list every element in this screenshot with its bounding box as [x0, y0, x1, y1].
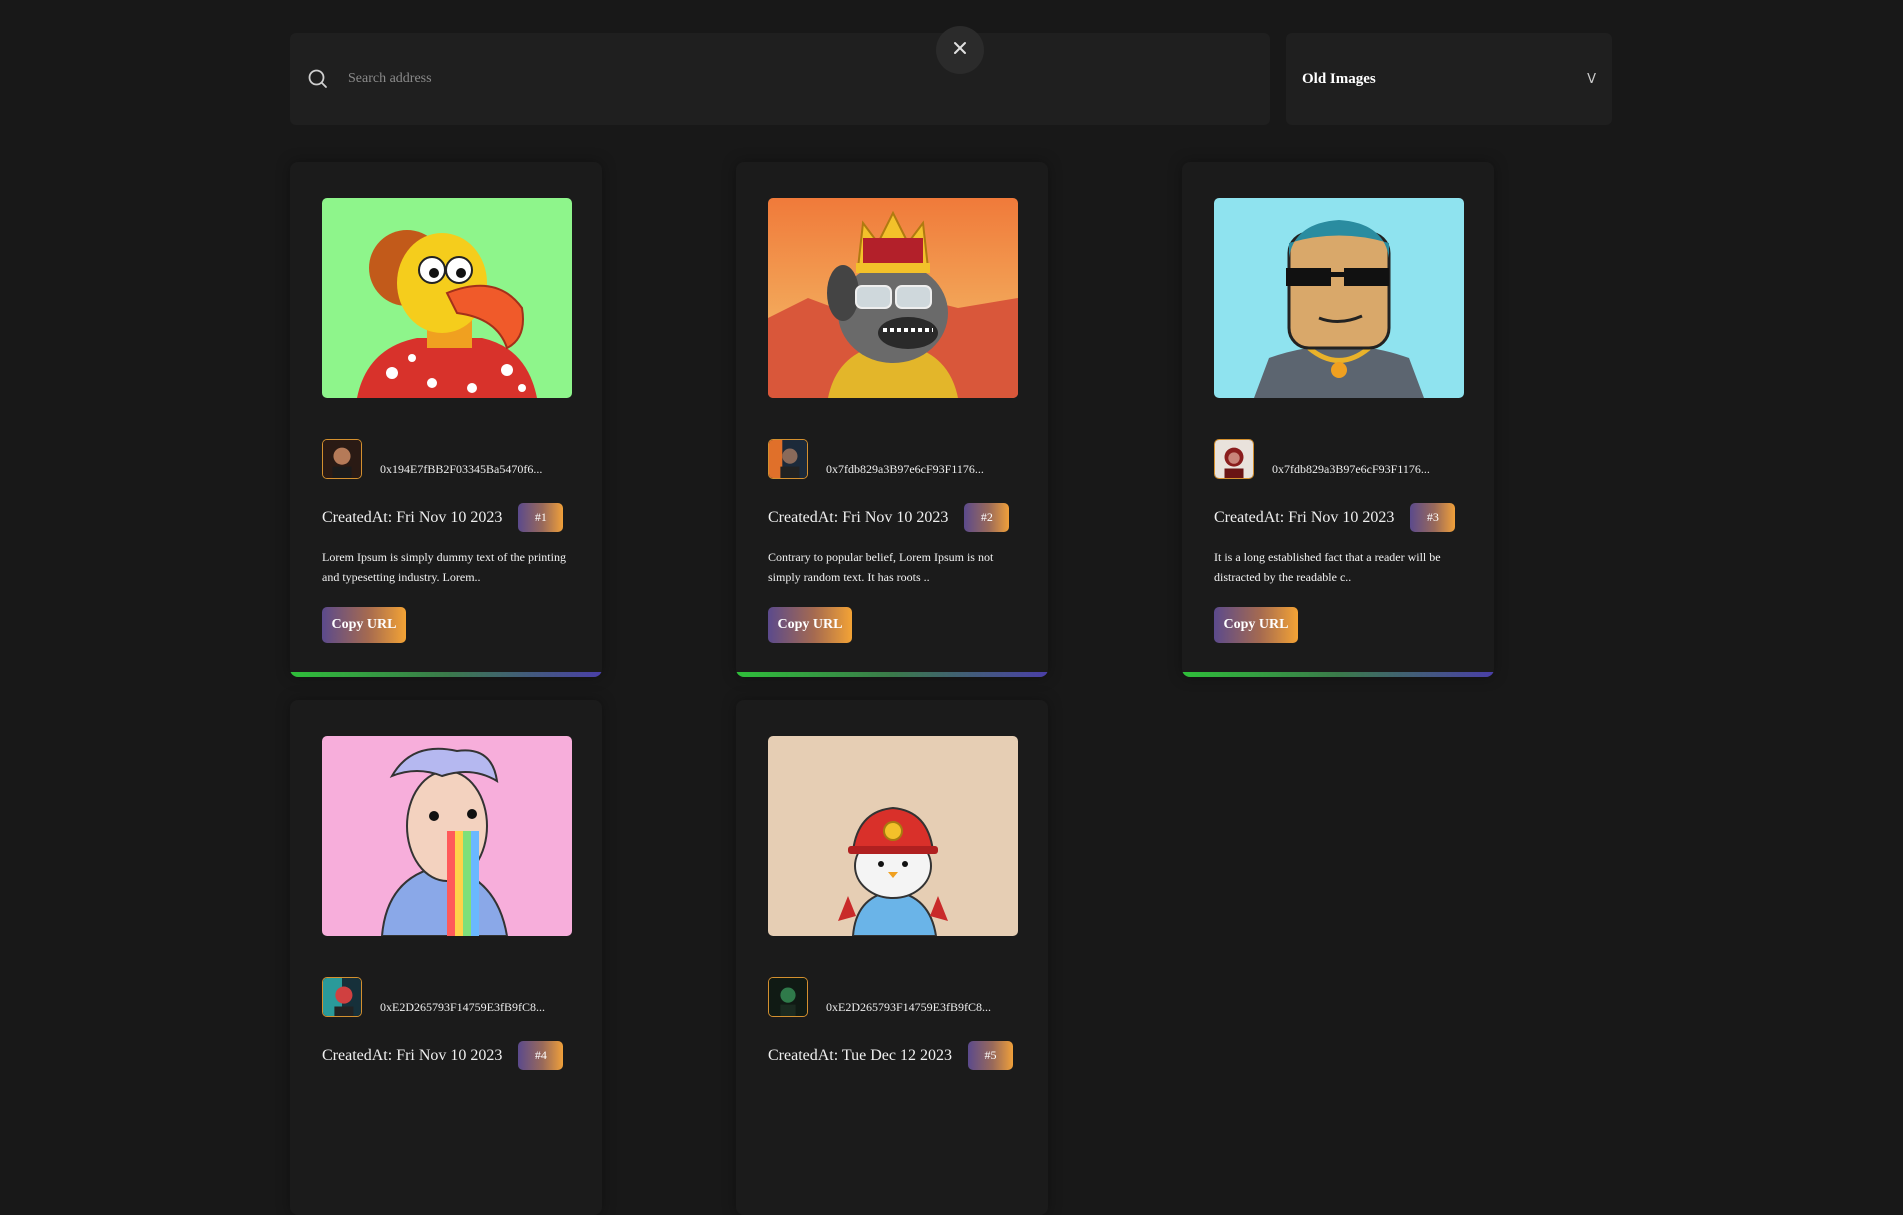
created-at: CreatedAt: Fri Nov 10 2023: [322, 1046, 503, 1064]
search-bar[interactable]: [290, 33, 1270, 125]
created-row: CreatedAt: Fri Nov 10 2023 #2: [768, 503, 1010, 532]
nft-card: 0xE2D265793F14759E3fB9fC8... CreatedAt: …: [290, 700, 602, 1215]
top-bar: Old Images V: [290, 26, 1612, 125]
nft-image[interactable]: [322, 736, 572, 936]
copy-url-button[interactable]: Copy URL: [768, 607, 852, 643]
token-id-badge: #2: [964, 503, 1010, 532]
owner-avatar: [1214, 439, 1254, 479]
owner-address: 0x194E7fBB2F03345Ba5470f6...: [380, 462, 543, 476]
nft-card: 0xE2D265793F14759E3fB9fC8... CreatedAt: …: [736, 700, 1048, 1215]
nft-card: 0x7fdb829a3B97e6cF93F1176... CreatedAt: …: [736, 162, 1048, 677]
owner-avatar: [768, 439, 808, 479]
owner-avatar: [322, 439, 362, 479]
copy-url-button[interactable]: Copy URL: [1214, 607, 1298, 643]
created-at: CreatedAt: Fri Nov 10 2023: [322, 508, 503, 526]
owner-address: 0xE2D265793F14759E3fB9fC8...: [380, 1000, 545, 1014]
owner-address: 0xE2D265793F14759E3fB9fC8...: [826, 1000, 991, 1014]
nft-image[interactable]: [768, 736, 1018, 936]
clear-search-button[interactable]: [936, 26, 984, 74]
created-row: CreatedAt: Fri Nov 10 2023 #1: [322, 503, 564, 532]
created-at: CreatedAt: Tue Dec 12 2023: [768, 1046, 952, 1064]
nft-description: Lorem Ipsum is simply dummy text of the …: [322, 550, 566, 584]
created-at: CreatedAt: Fri Nov 10 2023: [768, 508, 949, 526]
owner-avatar: [768, 977, 808, 1017]
token-id-badge: #3: [1410, 503, 1456, 532]
nft-card: 0x194E7fBB2F03345Ba5470f6... CreatedAt: …: [290, 162, 602, 677]
nft-description: It is a long established fact that a rea…: [1214, 550, 1441, 584]
created-row: CreatedAt: Tue Dec 12 2023 #5: [768, 1041, 1013, 1070]
copy-url-button[interactable]: Copy URL: [322, 607, 406, 643]
card-accent-bar: [290, 672, 602, 677]
card-accent-bar: [1182, 672, 1494, 677]
token-id-badge: #5: [967, 1041, 1013, 1070]
dropdown-selected-value: Old Images: [1302, 70, 1376, 87]
nft-card: 0x7fdb829a3B97e6cF93F1176... CreatedAt: …: [1182, 162, 1494, 677]
nft-image[interactable]: [322, 198, 572, 398]
created-row: CreatedAt: Fri Nov 10 2023 #3: [1214, 503, 1456, 532]
owner-avatar: [322, 977, 362, 1017]
created-row: CreatedAt: Fri Nov 10 2023 #4: [322, 1041, 564, 1070]
chevron-down-icon: V: [1587, 71, 1596, 87]
nft-description: Contrary to popular belief, Lorem Ipsum …: [768, 550, 994, 584]
token-id-badge: #4: [518, 1041, 564, 1070]
image-filter-dropdown[interactable]: Old Images V: [1286, 33, 1612, 125]
owner-address: 0x7fdb829a3B97e6cF93F1176...: [826, 462, 984, 476]
token-id-badge: #1: [518, 503, 564, 532]
search-icon: [306, 67, 330, 91]
nft-image[interactable]: [768, 198, 1018, 398]
owner-address: 0x7fdb829a3B97e6cF93F1176...: [1272, 462, 1430, 476]
close-icon: [952, 40, 968, 61]
card-accent-bar: [736, 672, 1048, 677]
search-input[interactable]: [346, 70, 1150, 88]
created-at: CreatedAt: Fri Nov 10 2023: [1214, 508, 1395, 526]
nft-image[interactable]: [1214, 198, 1464, 398]
